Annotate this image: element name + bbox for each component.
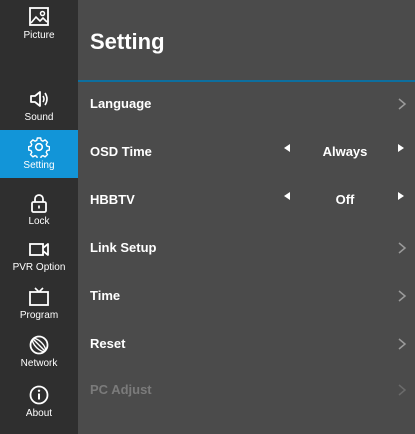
sidebar-item-setting[interactable]: Setting	[0, 130, 78, 178]
menu-row-time[interactable]: Time	[78, 274, 415, 320]
menu-row-label: OSD Time	[90, 144, 152, 159]
chevron-right-icon	[398, 338, 407, 350]
sidebar-item-label: Setting	[23, 160, 55, 171]
menu-row-osd-time[interactable]: OSD Time Always	[78, 130, 415, 176]
sidebar-item-label: Sound	[24, 112, 54, 123]
option-value: Always	[322, 144, 368, 159]
option-value: Off	[335, 192, 355, 207]
arrow-right-icon[interactable]	[398, 192, 404, 200]
menu-row-label: PC Adjust	[90, 382, 152, 397]
video-camera-icon	[29, 243, 49, 256]
sidebar-item-network[interactable]: Network	[0, 328, 78, 376]
sidebar-item-label: About	[25, 408, 53, 419]
gear-icon	[28, 137, 50, 158]
globe-icon	[29, 335, 49, 355]
settings-panel: Setting Language OSD Time Always HBBTV O…	[78, 0, 415, 434]
menu-row-label: Link Setup	[90, 240, 157, 255]
sidebar-item-label: Lock	[28, 216, 50, 227]
sidebar-item-pvr-option[interactable]: PVR Option	[0, 232, 78, 280]
sidebar-item-label: PVR Option	[12, 262, 66, 273]
sidebar-item-about[interactable]: About	[0, 378, 78, 426]
chevron-right-icon	[398, 290, 407, 302]
chevron-right-icon	[398, 242, 407, 254]
menu-row-reset[interactable]: Reset	[78, 322, 415, 368]
sidebar-item-label: Program	[19, 310, 59, 321]
menu-row-link-setup[interactable]: Link Setup	[78, 226, 415, 272]
menu-row-hbbtv[interactable]: HBBTV Off	[78, 178, 415, 224]
speaker-icon	[30, 91, 48, 107]
sidebar-item-lock[interactable]: Lock	[0, 186, 78, 234]
menu-row-label: Language	[90, 96, 152, 111]
tv-icon	[29, 287, 49, 306]
menu-row-language[interactable]: Language	[78, 82, 415, 128]
arrow-left-icon[interactable]	[284, 144, 290, 152]
picture-icon	[29, 7, 49, 26]
arrow-right-icon[interactable]	[398, 144, 404, 152]
sidebar-nav: Picture Sound Setting Lock PVR Option Pr…	[0, 0, 78, 434]
info-icon	[29, 385, 49, 405]
page-title: Setting	[90, 29, 165, 54]
menu-row-label: Reset	[90, 336, 126, 351]
chevron-right-icon	[398, 98, 407, 110]
chevron-right-icon	[398, 384, 407, 396]
sidebar-item-picture[interactable]: Picture	[0, 0, 78, 48]
arrow-left-icon[interactable]	[284, 192, 290, 200]
sidebar-item-sound[interactable]: Sound	[0, 82, 78, 130]
menu-row-label: Time	[90, 288, 121, 303]
tv-settings-screen: Picture Sound Setting Lock PVR Option Pr…	[0, 0, 415, 434]
lock-icon	[31, 194, 47, 213]
menu-row-label: HBBTV	[90, 192, 135, 207]
menu-row-pc-adjust: PC Adjust	[78, 368, 415, 414]
sidebar-item-label: Network	[20, 358, 58, 369]
sidebar-item-label: Picture	[23, 30, 55, 41]
sidebar-item-program[interactable]: Program	[0, 280, 78, 328]
